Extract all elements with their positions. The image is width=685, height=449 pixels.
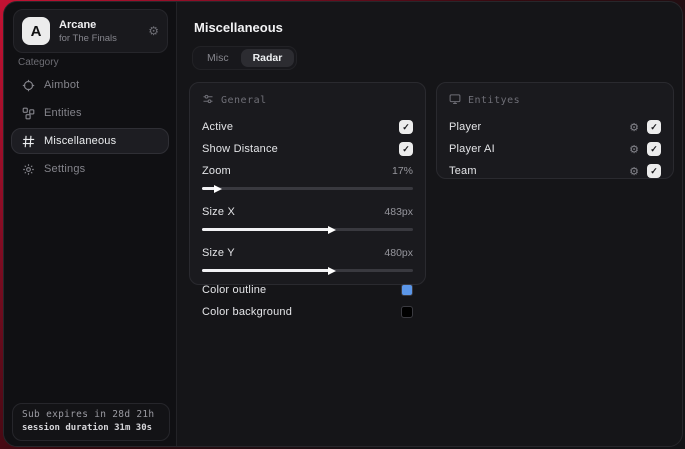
entity-row-player: Player ⚙ ✓ xyxy=(449,116,661,138)
slider-label: Size X xyxy=(202,206,235,218)
sidebar-item-label: Settings xyxy=(44,163,86,175)
slider-label: Zoom xyxy=(202,165,231,177)
app-title: Arcane xyxy=(59,18,97,31)
entity-row-team: Team ⚙ ✓ xyxy=(449,160,661,182)
color-row-background: Color background xyxy=(202,301,413,323)
entity-label: Team xyxy=(449,165,477,177)
toggle-row-active: Active ✓ xyxy=(202,116,413,138)
tab-bar: Misc Radar xyxy=(192,46,298,70)
monitor-icon xyxy=(449,93,461,108)
sidebar-item-label: Entities xyxy=(44,107,82,119)
page-title: Miscellaneous xyxy=(194,20,283,35)
team-config-gear-icon[interactable]: ⚙ xyxy=(629,165,639,178)
slider-row-size-x: Size X 483px xyxy=(202,201,413,223)
active-checkbox[interactable]: ✓ xyxy=(399,120,413,134)
general-panel-header: General xyxy=(202,93,413,108)
color-outline-swatch[interactable] xyxy=(401,284,413,296)
general-panel-title: General xyxy=(221,95,267,106)
sidebar-item-label: Aimbot xyxy=(44,79,80,91)
tab-radar[interactable]: Radar xyxy=(240,49,295,67)
sidebar-item-label: Miscellaneous xyxy=(44,135,117,147)
color-background-swatch[interactable] xyxy=(401,306,413,318)
settings-gear-icon[interactable]: ⚙ xyxy=(148,24,159,38)
slider-row-size-y: Size Y 480px xyxy=(202,242,413,264)
color-row-outline: Color outline xyxy=(202,279,413,301)
app-window: A Arcane for The Finals ⚙ Category Aimbo… xyxy=(3,1,683,447)
app-meta: Arcane for The Finals xyxy=(59,19,148,44)
sliders-icon xyxy=(202,93,214,108)
sidebar-item-aimbot[interactable]: Aimbot xyxy=(11,72,169,98)
slider-label: Size Y xyxy=(202,247,235,259)
toggle-row-show-distance: Show Distance ✓ xyxy=(202,138,413,160)
size-y-slider-thumb[interactable] xyxy=(327,266,336,275)
size-y-slider-fill xyxy=(202,266,336,275)
zoom-slider-thumb[interactable] xyxy=(213,184,222,193)
session-duration-text: session duration 31m 30s xyxy=(22,423,153,433)
app-logo: A xyxy=(22,17,50,45)
nodes-icon xyxy=(22,107,44,120)
crosshair-icon xyxy=(22,79,44,92)
size-y-value: 480px xyxy=(384,247,413,259)
size-y-slider[interactable] xyxy=(202,266,413,275)
grid-icon xyxy=(22,135,44,148)
zoom-value: 17% xyxy=(391,165,413,177)
size-x-slider[interactable] xyxy=(202,225,413,234)
player-checkbox[interactable]: ✓ xyxy=(647,120,661,134)
size-x-slider-thumb[interactable] xyxy=(327,225,336,234)
sub-expires-text: Sub expires in 28d 21h xyxy=(22,409,155,420)
subscription-card: Sub expires in 28d 21h session duration … xyxy=(12,403,170,441)
app-header-card: A Arcane for The Finals ⚙ xyxy=(13,9,168,53)
show-distance-checkbox[interactable]: ✓ xyxy=(399,142,413,156)
size-x-value: 483px xyxy=(384,206,413,218)
color-label: Color background xyxy=(202,306,293,318)
entity-label: Player AI xyxy=(449,143,495,155)
sidebar-item-settings[interactable]: Settings xyxy=(11,156,169,182)
player-config-gear-icon[interactable]: ⚙ xyxy=(629,121,639,134)
sidebar-item-miscellaneous[interactable]: Miscellaneous xyxy=(11,128,169,154)
entities-panel-header: Entityes xyxy=(449,93,661,108)
slider-row-zoom: Zoom 17% xyxy=(202,160,413,182)
tab-misc[interactable]: Misc xyxy=(195,49,241,67)
entity-row-player-ai: Player AI ⚙ ✓ xyxy=(449,138,661,160)
zoom-slider-fill xyxy=(202,184,222,193)
sidebar: A Arcane for The Finals ⚙ Category Aimbo… xyxy=(4,2,177,446)
sidebar-item-entities[interactable]: Entities xyxy=(11,100,169,126)
entities-panel-title: Entityes xyxy=(468,95,521,106)
gear-icon xyxy=(22,163,44,176)
app-subtitle: for The Finals xyxy=(59,32,117,44)
general-panel: General Active ✓ Show Distance ✓ Zoom 17… xyxy=(189,82,426,318)
zoom-slider[interactable] xyxy=(202,184,413,193)
team-checkbox[interactable]: ✓ xyxy=(647,164,661,178)
player-ai-checkbox[interactable]: ✓ xyxy=(647,142,661,156)
size-x-slider-fill xyxy=(202,225,336,234)
player-ai-config-gear-icon[interactable]: ⚙ xyxy=(629,143,639,156)
toggle-label: Show Distance xyxy=(202,143,278,155)
entities-panel: Entityes Player ⚙ ✓ Player AI ⚙ ✓ Team ⚙… xyxy=(436,82,674,179)
sidebar-nav: Aimbot Entities Miscellaneous Settings xyxy=(11,72,169,184)
color-label: Color outline xyxy=(202,284,267,296)
main-content: Miscellaneous Misc Radar General Active … xyxy=(178,2,682,446)
category-label: Category xyxy=(18,57,59,68)
entity-label: Player xyxy=(449,121,482,133)
toggle-label: Active xyxy=(202,121,234,133)
